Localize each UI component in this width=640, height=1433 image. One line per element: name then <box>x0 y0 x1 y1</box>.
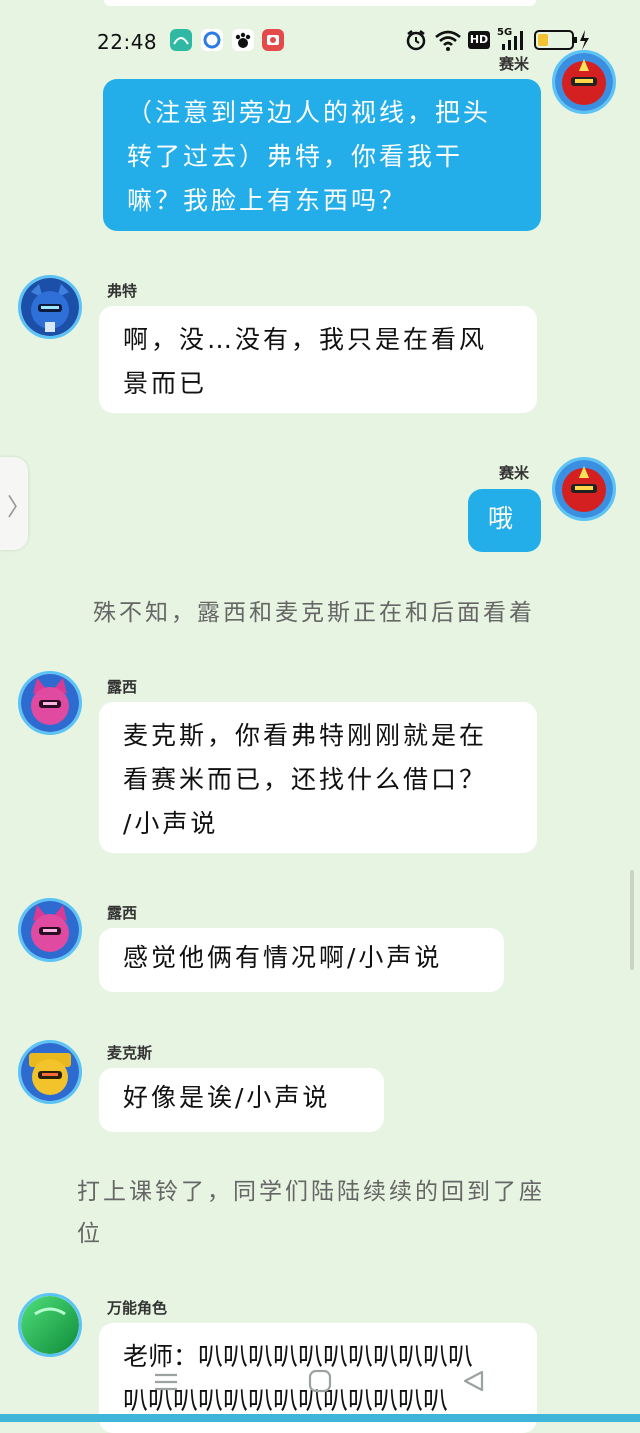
navigation-bar <box>0 1362 640 1422</box>
message-line: 啊，没…没有，我只是在看风 <box>123 325 488 354</box>
avatar-luxi[interactable] <box>18 898 82 962</box>
narration-text: 打上课铃了，同学们陆陆续续的回到了座位 <box>77 1179 545 1247</box>
alarm-icon <box>406 30 426 51</box>
previous-message-edge <box>104 0 536 6</box>
message-line: 麦克斯，你看弗特刚刚就是在 <box>123 721 488 750</box>
back-icon[interactable] <box>460 1368 486 1394</box>
message-line: 景而已 <box>123 369 208 398</box>
message-line: 哦 <box>488 504 517 533</box>
avatar-saimi[interactable] <box>552 50 616 114</box>
message-line: 好像是诶/小声说 <box>123 1083 331 1112</box>
status-time: 22:48 <box>97 30 158 54</box>
hd-icon: HD <box>468 31 490 49</box>
avatar-fute[interactable] <box>18 275 82 339</box>
sender-name: 麦克斯 <box>107 1044 153 1062</box>
signal-icon <box>502 31 523 50</box>
message-line: 看赛米而已，还找什么借口？ <box>123 765 488 794</box>
sender-name: 弗特 <box>107 282 138 300</box>
avatar-saimi[interactable] <box>552 457 616 521</box>
sender-name: 赛米 <box>499 55 530 73</box>
bottom-edge-bar <box>0 1414 640 1422</box>
message-bubble[interactable]: 感觉他俩有情况啊/小声说 <box>99 928 504 992</box>
message-bubble[interactable]: 啊，没…没有，我只是在看风 景而已 <box>99 306 537 413</box>
narration-text: 殊不知，露西和麦克斯正在和后面看着 <box>93 600 535 626</box>
message-line: 感觉他俩有情况啊/小声说 <box>123 943 443 972</box>
sender-name: 万能角色 <box>107 1299 168 1317</box>
side-panel-tab[interactable]: 〉 <box>0 457 31 550</box>
menu-icon[interactable] <box>152 1370 180 1394</box>
home-icon[interactable] <box>307 1368 333 1394</box>
message-bubble[interactable]: 哦 <box>468 489 541 552</box>
scrollbar[interactable] <box>630 870 634 970</box>
avatar-luxi[interactable] <box>18 671 82 735</box>
chevron-right-icon: 〉 <box>7 493 31 521</box>
message-line: （注意到旁边人的视线，把头 <box>127 98 492 127</box>
battery-icon <box>534 30 589 50</box>
message-bubble[interactable]: （注意到旁边人的视线，把头 转了过去）弗特，你看我干 嘛？我脸上有东西吗？ <box>103 79 541 231</box>
sender-name: 赛米 <box>499 464 530 482</box>
wifi-icon <box>435 30 461 51</box>
avatar-wanneng[interactable] <box>18 1293 82 1357</box>
green-app-icon <box>170 29 192 51</box>
avatar-maikesi[interactable] <box>18 1040 82 1104</box>
message-line: 嘛？我脸上有东西吗？ <box>127 186 408 215</box>
charging-icon <box>580 30 589 50</box>
message-line: /小声说 <box>123 809 219 838</box>
sender-name: 露西 <box>107 904 138 922</box>
message-bubble[interactable]: 麦克斯，你看弗特刚刚就是在 看赛米而已，还找什么借口？ /小声说 <box>99 702 537 853</box>
sender-name: 露西 <box>107 678 138 696</box>
paw-app-icon <box>232 29 254 51</box>
message-line: 转了过去）弗特，你看我干 <box>127 142 464 171</box>
message-bubble[interactable]: 好像是诶/小声说 <box>99 1068 384 1132</box>
browser-icon <box>201 29 223 51</box>
status-bar: 22:48 HD 5G <box>0 0 640 80</box>
red-app-icon <box>262 29 284 51</box>
